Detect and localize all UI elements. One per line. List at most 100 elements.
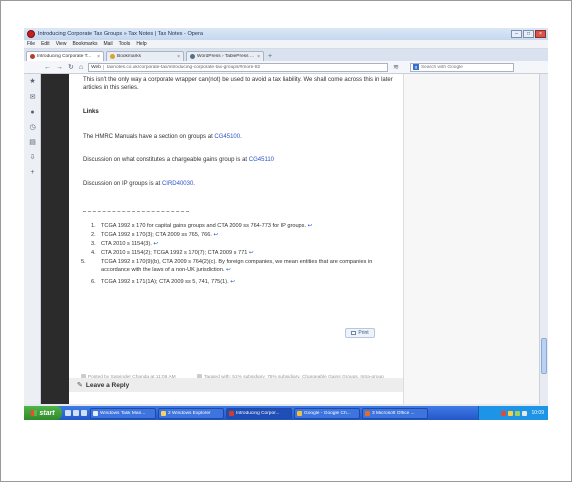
menu-help[interactable]: Help bbox=[136, 41, 146, 47]
transfers-icon[interactable]: ⇩ bbox=[28, 153, 37, 162]
url-text[interactable]: taxnotes.co.uk/corporate-tax/introducing… bbox=[107, 65, 260, 70]
link1-end: . bbox=[240, 134, 242, 140]
link2-text: Discussion on what constitutes a chargea… bbox=[83, 157, 249, 163]
task-task-manager[interactable]: Windows Task Man... bbox=[90, 407, 156, 419]
menu-view[interactable]: View bbox=[56, 41, 67, 47]
print-button[interactable]: Print bbox=[345, 328, 375, 338]
footnote-divider bbox=[83, 211, 189, 212]
contacts-icon[interactable]: ● bbox=[28, 108, 37, 117]
footnote-item: 4. CTA 2010 s 1154(2); TCGA 1992 s 170(7)… bbox=[91, 250, 254, 256]
google-search-icon[interactable]: g bbox=[412, 64, 419, 70]
link2-paragraph: Discussion on what constitutes a chargea… bbox=[83, 156, 393, 164]
search-input[interactable] bbox=[420, 64, 511, 70]
links-heading: Links bbox=[83, 109, 99, 115]
footnote-item: 2. TCGA 1992 s 170(3); CTA 2009 ss 765, 7… bbox=[91, 232, 219, 238]
mail-icon[interactable]: ✉ bbox=[28, 93, 37, 102]
bookmarks-star-icon[interactable]: ★ bbox=[28, 77, 37, 86]
page-viewport: This isn't the only way a corporate wrap… bbox=[41, 74, 539, 404]
menu-tools[interactable]: Tools bbox=[119, 41, 131, 47]
address-bar[interactable]: Web taxnotes.co.uk/corporate-tax/introdu… bbox=[88, 62, 389, 72]
cg45110-link[interactable]: CG45110 bbox=[249, 157, 274, 163]
footnote-text: TCGA 1992 s 171(1A); CTA 2009 ss 5, 741,… bbox=[101, 279, 229, 285]
volume-icon[interactable] bbox=[522, 410, 528, 416]
footnote-item: 1. TCGA 1992 s 170 for capital gains grou… bbox=[91, 223, 313, 229]
footnote-text: TCGA 1992 s 170(9)(b), CTA 2009 s 764(2)… bbox=[101, 259, 373, 273]
menu-mail[interactable]: Mail bbox=[103, 41, 112, 47]
tab-bookmarks[interactable]: Bookmarks × bbox=[106, 51, 184, 61]
side-panel: ★ ✉ ● ◷ ▤ ⇩ + bbox=[24, 74, 41, 404]
close-tab-icon[interactable]: × bbox=[257, 54, 260, 60]
folder-icon bbox=[161, 410, 166, 416]
new-tab-icon[interactable]: + bbox=[268, 53, 272, 60]
printer-icon bbox=[351, 331, 357, 335]
wordpress-icon bbox=[190, 54, 195, 59]
quick-launch bbox=[65, 410, 87, 416]
print-label: Print bbox=[358, 330, 369, 336]
footnote-backlink-icon[interactable]: ↩ bbox=[153, 241, 158, 247]
menu-bookmarks[interactable]: Bookmarks bbox=[72, 41, 97, 47]
scroll-thumb[interactable] bbox=[541, 338, 547, 374]
history-icon[interactable]: ◷ bbox=[28, 123, 37, 132]
forward-arrow-icon[interactable]: → bbox=[56, 64, 63, 71]
antivirus-icon[interactable] bbox=[501, 410, 507, 416]
article-content: This isn't the only way a corporate wrap… bbox=[69, 74, 403, 404]
tab-label: Introducing Corporate T... bbox=[37, 54, 92, 59]
task-google-chrome[interactable]: Google - Google Ch... bbox=[294, 407, 360, 419]
link3-text: Discussion on IP groups is at bbox=[83, 181, 162, 187]
minimize-button[interactable]: – bbox=[511, 30, 522, 38]
clock[interactable]: 10:09 bbox=[531, 410, 544, 416]
show-desktop-icon[interactable] bbox=[65, 410, 71, 416]
star-icon bbox=[110, 54, 115, 59]
close-window-button[interactable]: × bbox=[535, 30, 546, 38]
footnote-backlink-icon[interactable]: ↩ bbox=[213, 232, 218, 238]
search-box[interactable]: g bbox=[409, 62, 514, 72]
network-icon[interactable] bbox=[508, 410, 514, 416]
web-security-label: Web bbox=[91, 64, 104, 70]
footnote-backlink-icon[interactable]: ↩ bbox=[226, 267, 231, 273]
maximize-button[interactable]: □ bbox=[523, 30, 534, 38]
add-panel-icon[interactable]: + bbox=[28, 168, 37, 177]
home-icon[interactable]: ⌂ bbox=[79, 64, 83, 71]
office-icon bbox=[365, 410, 370, 416]
pencil-icon: ✎ bbox=[77, 382, 83, 389]
back-arrow-icon[interactable]: ← bbox=[44, 64, 51, 71]
footnote-text: TCGA 1992 s 170(3); CTA 2009 ss 765, 766… bbox=[101, 232, 212, 238]
cird40030-link[interactable]: CIRD40030 bbox=[162, 181, 193, 187]
task-opera[interactable]: Introducing Corpor... bbox=[226, 407, 292, 419]
footnote-item: 3. CTA 2010 s 1154(3). ↩ bbox=[91, 241, 159, 247]
leave-reply-section: ✎ Leave a Reply bbox=[69, 378, 403, 392]
link3-end: . bbox=[193, 181, 195, 187]
cg45100-link[interactable]: CG45100 bbox=[214, 134, 240, 140]
update-icon[interactable] bbox=[515, 410, 521, 416]
start-button[interactable]: start bbox=[24, 406, 62, 420]
media-quicklaunch-icon[interactable] bbox=[81, 410, 87, 416]
page-scrollbar[interactable] bbox=[539, 74, 548, 404]
menu-edit[interactable]: Edit bbox=[41, 41, 50, 47]
link1-text: The HMRC Manuals have a section on group… bbox=[83, 134, 215, 140]
tab-introducing-corporate[interactable]: Introducing Corporate T... × bbox=[26, 51, 104, 61]
reload-icon[interactable]: ↻ bbox=[68, 63, 74, 71]
link1-paragraph: The HMRC Manuals have a section on group… bbox=[83, 133, 393, 141]
window-title: Introducing Corporate Tax Groups » Tax N… bbox=[38, 31, 203, 37]
chrome-icon bbox=[297, 410, 302, 416]
tab-label: WordPress › TablePress ... bbox=[197, 54, 254, 59]
rss-icon[interactable]: ≋ bbox=[393, 63, 399, 71]
window-controls: – □ × bbox=[511, 30, 546, 38]
title-bar: Introducing Corporate Tax Groups » Tax N… bbox=[24, 28, 548, 40]
task-windows-explorer[interactable]: 2 Windows Explorer bbox=[158, 407, 224, 419]
notes-icon[interactable]: ▤ bbox=[28, 138, 37, 147]
menu-file[interactable]: File bbox=[27, 41, 35, 47]
footnote-backlink-icon[interactable]: ↩ bbox=[308, 223, 313, 229]
footnote-backlink-icon[interactable]: ↩ bbox=[230, 279, 235, 285]
close-tab-icon[interactable]: × bbox=[97, 54, 100, 60]
tab-wordpress[interactable]: WordPress › TablePress ... × bbox=[186, 51, 264, 61]
task-microsoft-office[interactable]: 3 Microsoft Office ... bbox=[362, 407, 428, 419]
start-label: start bbox=[39, 409, 55, 417]
leave-reply-heading: Leave a Reply bbox=[85, 381, 130, 389]
footnote-text: CTA 2010 s 1154(2); TCGA 1992 s 170(7); … bbox=[101, 250, 248, 256]
menu-bar: File Edit View Bookmarks Mail Tools Help bbox=[24, 40, 548, 49]
footnote-backlink-icon[interactable]: ↩ bbox=[249, 250, 254, 256]
browser-quicklaunch-icon[interactable] bbox=[73, 410, 79, 416]
close-tab-icon[interactable]: × bbox=[177, 54, 180, 60]
footnote-text: TCGA 1992 s 170 for capital gains groups… bbox=[101, 223, 307, 229]
